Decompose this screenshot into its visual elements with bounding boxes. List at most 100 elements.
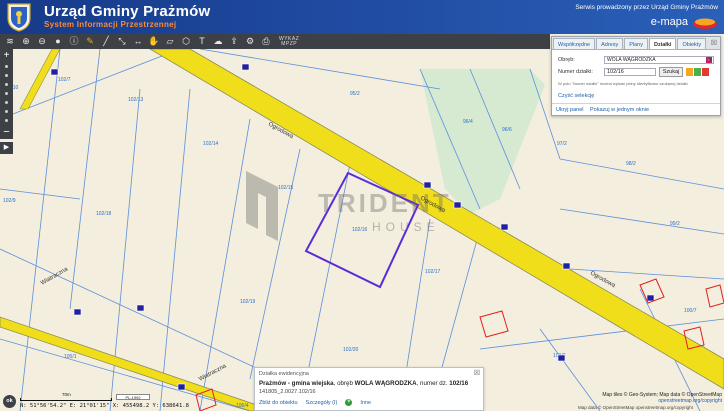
highlight-color-icon[interactable] [702, 68, 709, 76]
address-marker[interactable] [73, 308, 82, 316]
parcel-label: 99/2 [670, 221, 680, 227]
pencil-icon[interactable]: ✎ [83, 35, 97, 48]
tab-dzialki[interactable]: Działki [649, 38, 677, 49]
obreb-select[interactable]: WOLA WĄGRODZKA × [604, 56, 714, 64]
settings-icon[interactable]: ⚙ [243, 35, 257, 48]
parcel-info-popup: Działka ewidencyjna ☒ Prażmów - gmina wi… [254, 367, 484, 411]
address-marker[interactable] [453, 201, 462, 209]
parcel-label: 96/6 [502, 127, 512, 133]
search-icon[interactable]: ⌕ [708, 55, 712, 65]
address-marker[interactable] [177, 383, 186, 391]
area-icon[interactable]: ▱ [163, 35, 177, 48]
map-toolbar: ≋ ⊕ ⊖ ● ⓘ ✎ ╱ ⤡ ↔ ✋ ▱ ⬡ T ☁ ⇪ ⚙ ⎙ WYKAZ … [0, 34, 550, 49]
zoom-level-dot[interactable] [5, 119, 8, 122]
attribution-osm-link[interactable]: openstreetmap.org/copyright [658, 398, 722, 404]
show-single-window-link[interactable]: Pokazuj w jednym oknie [590, 107, 649, 113]
zoom-in-icon[interactable]: ⊕ [19, 35, 33, 48]
obreb-label: Obręb: [558, 57, 575, 63]
parcel-label: 102/16 [352, 227, 368, 233]
popup-numer-prefix: , numer dz. [416, 380, 450, 387]
text-icon[interactable]: T [195, 35, 209, 48]
parcel-label: 102/19 [240, 299, 256, 305]
parcel-label: 97/2 [557, 141, 567, 147]
address-marker[interactable] [557, 354, 566, 362]
hide-panel-link[interactable]: Ukryj panel [556, 107, 584, 113]
address-marker[interactable] [50, 68, 59, 76]
zoom-out-button[interactable]: − [0, 126, 13, 138]
address-marker[interactable] [136, 304, 145, 312]
search-hint: W polu "Numer działki" można wpisać pełn… [558, 81, 689, 86]
attribution-bottom: Map data © OpenStreetMap openstreetmap.o… [578, 405, 693, 410]
app-subtitle: System Informacji Przestrzennej [44, 20, 177, 29]
address-marker[interactable] [562, 262, 571, 270]
share-icon[interactable]: ⇪ [227, 35, 241, 48]
parcel-label: 102/14 [203, 141, 219, 147]
tab-wspolrzedne[interactable]: Współrzędne [553, 38, 596, 49]
address-marker[interactable] [423, 181, 432, 189]
hand-icon[interactable]: ✋ [147, 35, 161, 48]
tab-obiekty[interactable]: Obiekty [677, 38, 707, 49]
parcel-label: 100/7 [684, 308, 697, 314]
tab-adresy[interactable]: Adresy [596, 38, 624, 49]
service-note: Serwis prowadzony przez Urząd Gminy Praż… [575, 4, 718, 11]
obreb-value: WOLA WĄGRODZKA [607, 57, 656, 63]
popup-close-icon[interactable]: ☒ [474, 369, 480, 377]
app-title: Urząd Gminy Prażmów [44, 3, 211, 20]
emapa-brand: e-mapa [650, 16, 688, 28]
ok-button[interactable]: ok [3, 395, 16, 408]
highlight-color-icon[interactable] [694, 68, 701, 76]
zoom-level-dot[interactable] [5, 83, 8, 86]
popup-title: Działka ewidencyjna [259, 371, 309, 377]
popup-parcel-description: Prażmów - gmina wiejska, obręb WOLA WĄGR… [259, 380, 468, 387]
zoom-level-dot[interactable] [5, 92, 8, 95]
mpzp-label: MPZP [281, 40, 298, 47]
parcel-label: 96/4 [463, 119, 473, 125]
numer-label: Numer działki: [558, 69, 593, 75]
popup-obreb: WOLA WĄGRODZKA [354, 380, 417, 387]
print-icon[interactable]: ⎙ [259, 35, 273, 48]
zoom-extent-icon[interactable]: ● [51, 35, 65, 48]
other-link[interactable]: Inne [360, 400, 371, 406]
parcel-label: 102/13 [128, 97, 144, 103]
layers-icon[interactable]: ≋ [3, 35, 17, 48]
expand-panel-icon[interactable]: ▶ [0, 142, 13, 154]
zoom-level-dot[interactable] [5, 65, 8, 68]
highlight-color-icon[interactable] [686, 68, 693, 76]
watermark-subtext: HOUSE [372, 220, 440, 234]
address-marker[interactable] [500, 223, 509, 231]
zoom-in-button[interactable]: + [0, 50, 13, 61]
polygon-icon[interactable]: ⬡ [179, 35, 193, 48]
parcel-label: 102/20 [343, 347, 359, 353]
popup-links: Zbliż do obiektu Szczegóły (I) + Inne [259, 399, 371, 406]
zoom-out-icon[interactable]: ⊖ [35, 35, 49, 48]
popup-commune: Prażmów - gmina wiejska [259, 380, 334, 387]
details-link[interactable]: Szczegóły (I) [306, 400, 338, 406]
measure-icon[interactable]: ⤡ [115, 35, 129, 48]
identify-icon[interactable]: ⓘ [67, 35, 81, 48]
wykaz-mpzp-button[interactable]: WYKAZ MPZP [279, 36, 299, 47]
cloud-icon[interactable]: ☁ [211, 35, 225, 48]
plus-icon[interactable]: + [345, 399, 353, 406]
zoom-to-object-link[interactable]: Zbliż do obiektu [259, 400, 298, 406]
search-button[interactable]: Szukaj [659, 67, 683, 77]
zoom-slider[interactable]: + − [0, 49, 13, 139]
clear-selection-link[interactable]: Czyść selekcję [558, 93, 594, 99]
distance-icon[interactable]: ↔ [131, 35, 145, 48]
zoom-level-dot[interactable] [5, 74, 8, 77]
parcel-label: 102/9 [3, 198, 16, 204]
projection-select[interactable]: PL-1992 [116, 394, 150, 400]
panel-close-icon[interactable]: ☒ [711, 39, 717, 47]
zoom-level-dot[interactable] [5, 101, 8, 104]
search-panel: Współrzędne Adresy Plany Działki Obiekty… [551, 36, 721, 116]
draw-line-icon[interactable]: ╱ [99, 35, 113, 48]
popup-obreb-prefix: , obręb [333, 380, 355, 387]
cursor-coordinates: N: 51°56'54.2" E: 21°01'15" X: 455498.2 … [20, 403, 189, 409]
address-marker[interactable] [646, 294, 655, 302]
numer-dzialki-input[interactable]: 102/16 [604, 68, 656, 76]
emapa-logo-icon [693, 18, 717, 29]
panel-tabs: Współrzędne Adresy Plany Działki Obiekty [552, 37, 720, 50]
address-marker[interactable] [241, 63, 250, 71]
parcel-label: 95/2 [350, 91, 360, 97]
zoom-level-dot[interactable] [5, 110, 8, 113]
tab-plany[interactable]: Plany [624, 38, 648, 49]
